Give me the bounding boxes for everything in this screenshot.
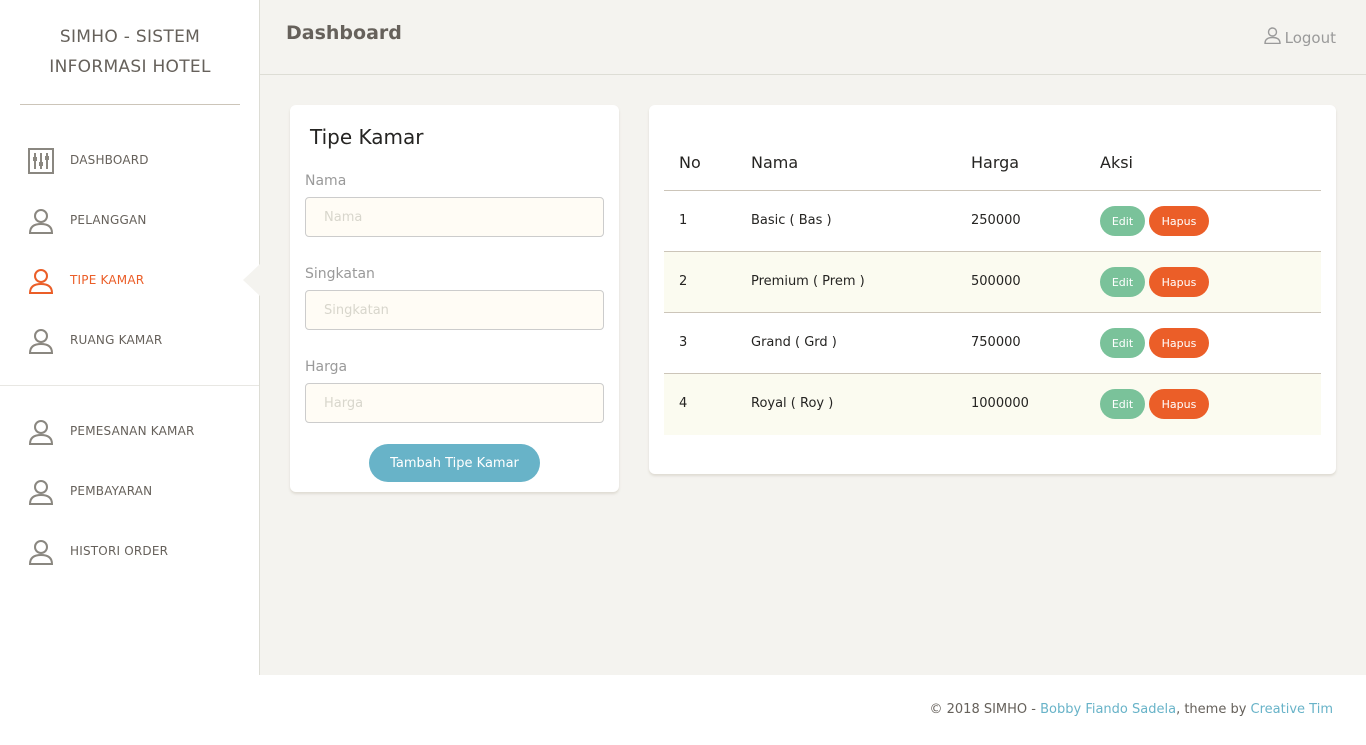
- hapus-button[interactable]: Hapus: [1149, 267, 1209, 297]
- cell-nama: Royal ( Roy ): [751, 396, 834, 411]
- footer-copyright: © 2018 SIMHO -: [929, 702, 1041, 717]
- sidebar-item-label: RUANG KAMAR: [70, 333, 163, 347]
- top-navbar: Dashboard Logout: [260, 0, 1366, 75]
- cell-harga: 1000000: [971, 396, 1029, 411]
- footer-theme-link[interactable]: Creative Tim: [1251, 702, 1333, 717]
- hapus-button[interactable]: Hapus: [1149, 206, 1209, 236]
- column-header-aksi: Aksi: [1100, 153, 1133, 172]
- brand-line-1: SIMHO - SISTEM: [59, 27, 201, 47]
- column-header-nama: Nama: [751, 153, 799, 172]
- column-header-no: No: [679, 153, 701, 172]
- tipe-kamar-table-card: No Nama Harga Aksi 1 Basic ( Bas ) 25000…: [649, 105, 1336, 474]
- singkatan-input[interactable]: [305, 290, 604, 330]
- footer-author-link[interactable]: Bobby Fiando Sadela: [1040, 702, 1176, 717]
- sidebar-item-tipe-kamar[interactable]: TIPE KAMAR: [0, 255, 259, 305]
- cell-harga: 250000: [971, 213, 1021, 228]
- sidebar-item-label: TIPE KAMAR: [70, 273, 145, 287]
- cell-no: 4: [679, 396, 688, 411]
- brand-line-2: INFORMASI HOTEL: [49, 57, 211, 77]
- cell-harga: 500000: [971, 274, 1021, 289]
- user-icon: [27, 207, 54, 234]
- sidebar-item-histori-order[interactable]: HISTORI ORDER: [0, 526, 259, 576]
- tipe-kamar-table: No Nama Harga Aksi 1 Basic ( Bas ) 25000…: [664, 140, 1321, 435]
- footer: © 2018 SIMHO - Bobby Fiando Sadela, them…: [930, 702, 1334, 717]
- sidebar: SIMHO - SISTEM INFORMASI HOTEL DASHBOARD…: [0, 0, 260, 675]
- cell-no: 2: [679, 274, 688, 289]
- table-row: 3 Grand ( Grd ) 750000 Edit Hapus: [664, 313, 1321, 374]
- edit-button[interactable]: Edit: [1100, 206, 1145, 236]
- tambah-tipe-kamar-button[interactable]: Tambah Tipe Kamar: [369, 444, 540, 482]
- brand-logo[interactable]: SIMHO - SISTEM INFORMASI HOTEL: [20, 22, 240, 82]
- main-content: Dashboard Logout Tipe Kamar Nama Singkat…: [260, 0, 1366, 675]
- user-icon: [27, 418, 54, 445]
- table-header: No Nama Harga Aksi: [664, 140, 1321, 191]
- card-title: Tipe Kamar: [310, 125, 424, 149]
- table-row: 4 Royal ( Roy ) 1000000 Edit Hapus: [664, 374, 1321, 435]
- sidebar-item-label: PELANGGAN: [70, 213, 147, 227]
- cell-no: 3: [679, 335, 688, 350]
- edit-button[interactable]: Edit: [1100, 328, 1145, 358]
- harga-label: Harga: [305, 359, 348, 375]
- cell-harga: 750000: [971, 335, 1021, 350]
- singkatan-label: Singkatan: [305, 266, 375, 282]
- sidebar-divider: [0, 385, 259, 386]
- logout-button[interactable]: Logout: [1263, 27, 1336, 48]
- user-icon: [1263, 27, 1281, 48]
- sidebar-item-pemesanan-kamar[interactable]: PEMESANAN KAMAR: [0, 406, 259, 456]
- user-icon: [27, 327, 54, 354]
- dashboard-icon: [27, 147, 54, 174]
- footer-theme-text: , theme by: [1176, 702, 1251, 717]
- edit-button[interactable]: Edit: [1100, 389, 1145, 419]
- sidebar-item-pelanggan[interactable]: PELANGGAN: [0, 195, 259, 245]
- nama-label: Nama: [305, 173, 347, 189]
- active-indicator: [243, 264, 260, 296]
- nama-input[interactable]: [305, 197, 604, 237]
- sidebar-item-label: PEMESANAN KAMAR: [70, 424, 195, 438]
- user-icon: [27, 538, 54, 565]
- user-icon: [27, 478, 54, 505]
- table-row: 1 Basic ( Bas ) 250000 Edit Hapus: [664, 191, 1321, 252]
- sidebar-item-dashboard[interactable]: DASHBOARD: [0, 135, 259, 185]
- brand-divider: [20, 104, 240, 105]
- edit-button[interactable]: Edit: [1100, 267, 1145, 297]
- cell-no: 1: [679, 213, 688, 228]
- sidebar-item-label: DASHBOARD: [70, 153, 149, 167]
- sidebar-item-pembayaran[interactable]: PEMBAYARAN: [0, 466, 259, 516]
- tipe-kamar-form-card: Tipe Kamar Nama Singkatan Harga Tambah T…: [290, 105, 619, 492]
- sidebar-item-label: HISTORI ORDER: [70, 544, 169, 558]
- harga-input[interactable]: [305, 383, 604, 423]
- user-icon: [27, 267, 54, 294]
- cell-nama: Basic ( Bas ): [751, 213, 832, 228]
- cell-nama: Premium ( Prem ): [751, 274, 865, 289]
- cell-nama: Grand ( Grd ): [751, 335, 837, 350]
- page-title: Dashboard: [286, 22, 402, 44]
- sidebar-item-label: PEMBAYARAN: [70, 484, 153, 498]
- hapus-button[interactable]: Hapus: [1149, 389, 1209, 419]
- sidebar-item-ruang-kamar[interactable]: RUANG KAMAR: [0, 315, 259, 365]
- table-row: 2 Premium ( Prem ) 500000 Edit Hapus: [664, 252, 1321, 313]
- hapus-button[interactable]: Hapus: [1149, 328, 1209, 358]
- column-header-harga: Harga: [971, 153, 1020, 172]
- logout-label: Logout: [1284, 28, 1336, 47]
